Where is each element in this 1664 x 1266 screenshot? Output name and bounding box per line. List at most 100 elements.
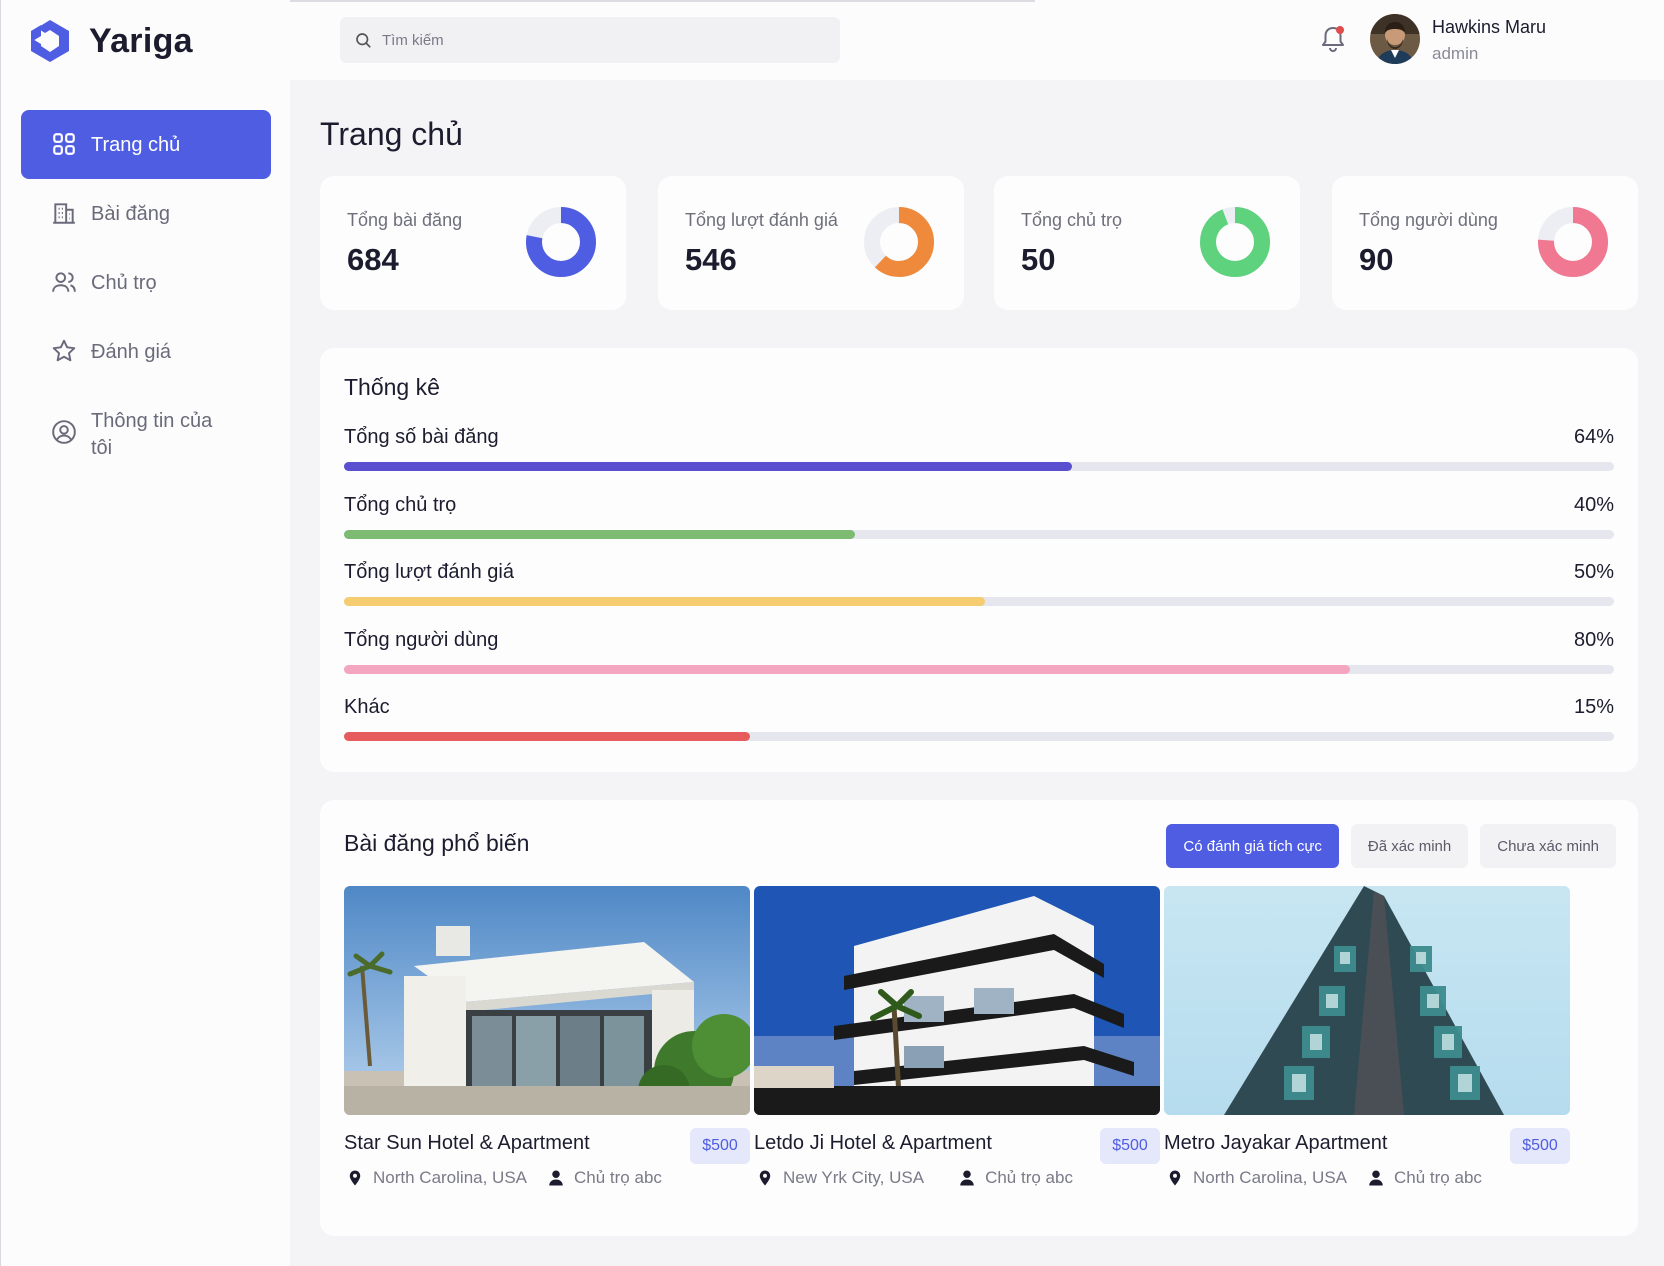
person-icon: [549, 1170, 563, 1186]
progress-fill: [344, 529, 855, 539]
listing-meta: North Carolina, USA Chủ trọ abc: [1166, 1168, 1482, 1188]
progress-track: [344, 664, 1614, 674]
progress-percent: 64%: [1573, 426, 1614, 448]
progress-track: [344, 529, 1614, 539]
price-badge: $500: [690, 1128, 750, 1164]
progress-track: [344, 462, 1614, 471]
search-box[interactable]: [340, 17, 840, 63]
progress-label: Khác: [344, 696, 390, 718]
divider: [290, 0, 1035, 2]
search-input[interactable]: [382, 31, 802, 49]
users-icon: [52, 272, 76, 292]
sidebar-item-label: Bài đăng: [91, 203, 170, 225]
sidebar: Yariga Trang chủ Bài đăng Chủ trọ Đánh g…: [0, 0, 290, 1266]
progress-percent: 80%: [1573, 628, 1614, 651]
stat-value: 546: [685, 242, 737, 277]
location-pin-icon: [349, 1170, 361, 1186]
tower-image-icon: [1164, 886, 1570, 1115]
location-pin-icon: [1169, 1170, 1181, 1186]
progress-label: Tổng người dùng: [344, 628, 499, 651]
apartment-image-icon: [754, 886, 1160, 1115]
progress-fill: [344, 732, 751, 741]
listing-card[interactable]: Star Sun Hotel & Apartment $500 North Ca…: [344, 886, 750, 1187]
listing-meta: North Carolina, USA Chủ trọ abc: [346, 1168, 662, 1188]
sidebar-item-label: Chủ trọ: [91, 272, 157, 294]
stat-card-users: Tổng người dùng 90: [1332, 176, 1638, 310]
donut-chart: [526, 207, 596, 277]
price-badge: $500: [1510, 1128, 1570, 1164]
logo[interactable]: Yariga: [25, 16, 193, 66]
person-icon: [960, 1170, 974, 1186]
star-icon: [52, 339, 76, 362]
listing-card[interactable]: Metro Jayakar Apartment $500 North Carol…: [1164, 886, 1570, 1187]
user-avatar-icon: [1370, 14, 1420, 64]
progress-label: Tổng lượt đánh giá: [344, 561, 514, 583]
progress-percent: 50%: [1573, 561, 1614, 583]
sidebar-item-label: Trang chủ: [91, 134, 181, 156]
sidebar-nav: Trang chủ Bài đăng Chủ trọ Đánh giá Thôn…: [21, 110, 271, 476]
sidebar-item-bai-dang[interactable]: Bài đăng: [21, 179, 271, 248]
statistics-panel: Thống kê Tổng số bài đăng 64% Tổng chủ trọ…: [320, 348, 1638, 772]
avatar[interactable]: [1370, 14, 1420, 64]
page-title: Trang chủ: [320, 116, 463, 152]
progress-percent: 15%: [1573, 696, 1614, 718]
donut-chart: [864, 207, 934, 277]
progress-fill: [344, 597, 986, 606]
panel-title: Bài đăng phổ biến: [344, 830, 530, 856]
listing-location: North Carolina, USA: [1193, 1168, 1348, 1187]
stat-card-landlords: Tổng chủ trọ 50: [994, 176, 1300, 310]
listing-meta: New Yrk City, USA Chủ trọ abc: [756, 1168, 1073, 1188]
sidebar-item-trang-chu[interactable]: Trang chủ: [21, 110, 271, 179]
stat-label: Tổng chủ trọ: [1021, 210, 1123, 230]
tab-positive-reviews[interactable]: Có đánh giá tích cực: [1166, 824, 1339, 868]
sidebar-item-label: Đánh giá: [91, 341, 172, 363]
price-badge: $500: [1100, 1128, 1160, 1164]
listing-photo[interactable]: [344, 886, 750, 1115]
stat-value: 90: [1359, 242, 1394, 277]
listing-location: New Yrk City, USA: [783, 1168, 925, 1187]
donut-segment: [1200, 207, 1270, 277]
stat-value: 50: [1021, 242, 1056, 277]
stat-card-posts: Tổng bài đăng 684: [320, 176, 626, 310]
progress-track: [344, 732, 1614, 741]
stat-card-reviews: Tổng lượt đánh giá 546: [658, 176, 964, 310]
filter-tabs: Có đánh giá tích cực Đã xác minh Chưa xá…: [1166, 824, 1616, 868]
listing-card[interactable]: Letdo Ji Hotel & Apartment $500 New Yrk …: [754, 886, 1160, 1187]
stat-value: 684: [347, 242, 399, 277]
user-name: Hawkins Maru: [1432, 17, 1547, 37]
sidebar-item-thong-tin[interactable]: Thông tin của tôi: [21, 386, 271, 476]
listing-name[interactable]: Metro Jayakar Apartment: [1164, 1132, 1387, 1155]
user-role: admin: [1432, 44, 1479, 63]
listing-location: North Carolina, USA: [373, 1168, 528, 1187]
tab-unverified[interactable]: Chưa xác minh: [1480, 824, 1616, 868]
progress-percent: 40%: [1573, 493, 1614, 516]
progress-track: [344, 597, 1614, 606]
stat-label: Tổng bài đăng: [347, 210, 463, 230]
listing-name[interactable]: Letdo Ji Hotel & Apartment: [754, 1132, 992, 1155]
building-icon: [53, 203, 75, 224]
progress-fill: [344, 664, 1350, 674]
notification-bell-icon[interactable]: [1318, 24, 1348, 54]
sidebar-item-danh-gia[interactable]: Đánh giá: [21, 317, 271, 386]
listing-photo[interactable]: [754, 886, 1160, 1115]
progress-fill: [344, 462, 1072, 471]
listing-owner: Chủ trọ abc: [574, 1168, 662, 1187]
person-icon: [1369, 1170, 1383, 1186]
progress-label: Tổng số bài đăng: [344, 426, 499, 448]
villa-image-icon: [344, 886, 750, 1115]
listing-photo[interactable]: [1164, 886, 1570, 1115]
panel-title: Thống kê: [344, 374, 440, 400]
stat-label: Tổng người dùng: [1359, 210, 1498, 230]
stat-label: Tổng lượt đánh giá: [685, 210, 838, 230]
sidebar-item-label: Thông tin của tôi: [91, 410, 213, 459]
progress-label: Tổng chủ trọ: [344, 493, 457, 516]
listing-name[interactable]: Star Sun Hotel & Apartment: [344, 1132, 590, 1155]
tab-verified[interactable]: Đã xác minh: [1350, 824, 1469, 868]
user-circle-icon: [52, 420, 76, 444]
dashboard-grid-icon: [53, 133, 75, 155]
top-bar: Hawkins Maru admin: [290, 0, 1664, 80]
sidebar-item-chu-tro[interactable]: Chủ trọ: [21, 248, 271, 317]
yariga-logo-icon: [31, 20, 69, 62]
search-icon: [356, 33, 371, 48]
listing-owner: Chủ trọ abc: [985, 1168, 1073, 1187]
